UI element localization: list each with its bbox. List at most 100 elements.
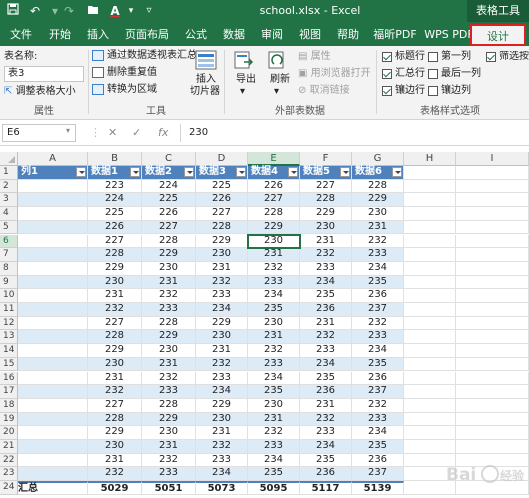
row-header[interactable]: 13 [0,330,18,345]
tab-help[interactable]: 帮助 [330,26,366,44]
empty-cell[interactable] [404,261,456,276]
table-cell[interactable]: 233 [248,275,300,290]
empty-cell[interactable] [456,193,529,208]
table-cell[interactable]: 231 [248,330,300,345]
undo-icon[interactable]: ↶ [26,3,44,19]
tab-view[interactable]: 视图 [292,26,328,44]
filter-button-checkbox[interactable] [486,52,496,62]
table-cell[interactable]: 233 [300,426,352,440]
table-cell[interactable]: 234 [300,357,352,372]
table-cell[interactable]: 228 [142,316,196,331]
table-name-input[interactable]: 表3 [4,66,84,82]
table-cell[interactable]: 232 [142,371,196,386]
row-header[interactable]: 22 [0,453,18,468]
table-cell[interactable]: 226 [88,220,142,235]
table-cell[interactable]: 237 [352,467,404,482]
insert-slicer-label-1[interactable]: 插入 [196,74,216,86]
last-column-checkbox[interactable] [428,69,438,79]
table-header-cell[interactable]: 数据1 [88,166,142,180]
convert-to-range-button[interactable]: 转换为区域 [107,84,157,96]
table-cell[interactable]: 228 [248,207,300,221]
row-header[interactable]: 15 [0,357,18,372]
row-header[interactable]: 9 [0,275,18,290]
table-cell[interactable]: 232 [248,344,300,358]
empty-cell[interactable] [456,166,529,180]
banded-rows-checkbox[interactable] [382,86,392,96]
table-cell[interactable]: 231 [300,234,352,249]
table-cell[interactable] [18,220,88,235]
table-cell[interactable]: 231 [196,426,248,440]
empty-cell[interactable] [404,193,456,208]
table-cell[interactable]: 227 [88,398,142,413]
table-cell[interactable] [18,426,88,440]
table-cell[interactable]: 231 [88,289,142,303]
folder-icon[interactable] [84,3,102,19]
empty-cell[interactable] [404,330,456,345]
row-header[interactable]: 5 [0,220,18,235]
tab-wps-pdf[interactable]: WPS PDF [424,26,474,44]
table-cell[interactable]: 229 [88,426,142,440]
table-cell[interactable]: 235 [352,440,404,454]
header-row-checkbox[interactable] [382,52,392,62]
tab-review[interactable]: 审阅 [254,26,290,44]
table-cell[interactable]: 234 [196,385,248,399]
empty-cell[interactable] [456,316,529,331]
table-cell[interactable]: 228 [88,248,142,262]
table-cell[interactable]: 231 [142,357,196,372]
name-box[interactable]: E6 [2,124,76,142]
table-cell[interactable]: 227 [88,234,142,249]
table-cell[interactable] [18,193,88,208]
table-cell[interactable]: 234 [300,440,352,454]
table-cell[interactable]: 233 [352,412,404,427]
table-cell[interactable]: 228 [88,412,142,427]
unlink-button[interactable]: ⊘ 取消链接 [298,85,350,97]
table-cell[interactable]: 236 [352,289,404,303]
row-header[interactable]: 18 [0,398,18,413]
empty-cell[interactable] [404,220,456,235]
filter-dropdown-icon[interactable] [392,167,402,177]
table-cell[interactable]: 232 [352,316,404,331]
row-header[interactable]: 10 [0,289,18,303]
table-cell[interactable]: 232 [196,357,248,372]
table-cell[interactable]: 227 [142,220,196,235]
table-cell[interactable]: 234 [300,275,352,290]
row-header[interactable]: 21 [0,440,18,454]
filter-dropdown-icon[interactable] [76,167,86,177]
row-header[interactable]: 4 [0,207,18,221]
table-cell[interactable]: 228 [142,234,196,249]
empty-cell[interactable] [404,371,456,386]
table-cell[interactable]: 224 [142,179,196,194]
table-cell[interactable]: 227 [88,316,142,331]
remove-duplicates-button[interactable]: 删除重复值 [107,67,157,79]
table-cell[interactable]: 235 [352,357,404,372]
save-icon[interactable] [4,3,22,19]
table-cell[interactable]: 232 [88,467,142,482]
table-cell[interactable]: 232 [248,426,300,440]
table-cell[interactable]: 233 [300,344,352,358]
table-header-cell[interactable]: 数据6 [352,166,404,180]
table-header-cell[interactable]: 列1 [18,166,88,180]
empty-cell[interactable] [404,426,456,440]
empty-cell[interactable] [456,357,529,372]
table-cell[interactable]: 226 [248,179,300,194]
table-cell[interactable]: 236 [352,453,404,468]
empty-cell[interactable] [404,398,456,413]
table-cell[interactable]: 230 [142,426,196,440]
table-cell[interactable]: 236 [300,303,352,317]
refresh-button[interactable]: 刷新 [270,74,290,86]
empty-cell[interactable] [404,207,456,221]
row-header[interactable]: 23 [0,467,18,482]
table-cell[interactable]: 233 [142,303,196,317]
table-cell[interactable]: 229 [88,344,142,358]
table-cell[interactable]: 231 [300,316,352,331]
resize-table-button[interactable]: ⇱ 调整表格大小 [4,86,76,98]
tab-data[interactable]: 数据 [216,26,252,44]
table-cell[interactable]: 230 [196,412,248,427]
chevron-down-icon[interactable]: ▾ [122,3,140,19]
table-header-cell[interactable]: 数据4 [248,166,300,180]
table-cell[interactable]: 231 [196,344,248,358]
table-cell[interactable] [18,303,88,317]
table-cell[interactable]: 232 [352,234,404,249]
table-cell[interactable] [18,412,88,427]
row-header[interactable]: 1 [0,166,18,180]
